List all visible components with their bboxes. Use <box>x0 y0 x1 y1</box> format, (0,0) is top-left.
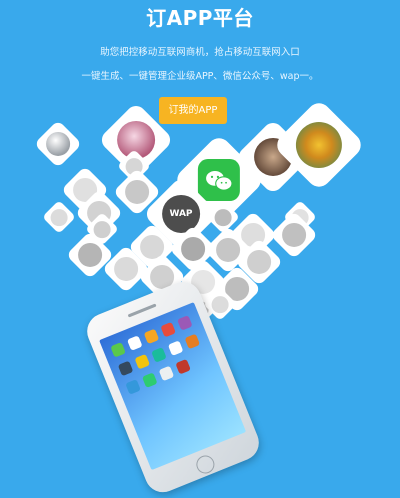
app-icon <box>167 340 184 356</box>
page-title: 订APP平台 <box>146 6 254 30</box>
photo-tile <box>33 119 83 169</box>
app-icon <box>158 365 175 382</box>
app-icon <box>175 358 191 375</box>
tagline-secondary: 一键生成、一键管理企业级APP、微信公众号、wap一。 <box>81 71 319 82</box>
app-icon <box>134 353 151 370</box>
order-app-button[interactable]: 订我的APP <box>159 97 227 124</box>
app-icon <box>126 335 143 351</box>
app-icon <box>160 321 176 338</box>
app-icon <box>184 333 201 350</box>
phone-screen <box>99 302 247 471</box>
app-icon <box>141 372 158 389</box>
app-icon <box>177 315 193 331</box>
app-icon <box>143 328 160 345</box>
photo-tile <box>42 200 76 234</box>
wechat-icon <box>197 158 241 202</box>
home-button-icon <box>193 452 218 477</box>
app-icon <box>110 342 126 358</box>
tagline-primary: 助您把控移动互联网商机，抢占移动互联网入口 <box>100 47 300 58</box>
phone-speaker <box>127 303 157 318</box>
app-icon <box>125 379 141 395</box>
app-icon <box>151 347 167 363</box>
app-icon <box>117 360 134 377</box>
